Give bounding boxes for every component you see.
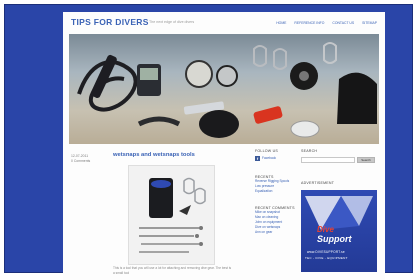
site-tagline: The next edge of dive divers bbox=[149, 20, 195, 24]
web-page: TIPS FOR DIVERS The next edge of dive di… bbox=[63, 12, 385, 280]
post-image bbox=[128, 165, 215, 265]
ad-brand-word2: Support bbox=[317, 234, 352, 244]
dive-support-ad[interactable]: Dive Support www.DIVESUPPORT.se TEC - DI… bbox=[301, 190, 377, 272]
nav-reference[interactable]: REFERENCE INFO bbox=[294, 21, 324, 25]
search-input[interactable] bbox=[301, 157, 355, 163]
advertisement-title: ADVERTISEMENT bbox=[301, 181, 335, 185]
sidebar-right: SEARCH Search ADVERTISEMENT bbox=[301, 149, 379, 185]
nav-contact[interactable]: CONTACT US bbox=[332, 21, 354, 25]
wetsnaps-tools-photo bbox=[129, 166, 214, 264]
facebook-icon: f bbox=[255, 156, 260, 161]
search-form: Search bbox=[301, 157, 379, 163]
facebook-label: Facebook bbox=[262, 156, 276, 160]
site-title[interactable]: TIPS FOR DIVERS bbox=[71, 17, 149, 27]
nav-sitemap[interactable]: SITEMAP bbox=[362, 21, 377, 25]
sidebar-left: FOLLOW US f Facebook RECENTS Reverse Rig… bbox=[255, 149, 299, 235]
post-comments-count[interactable]: 0 Comments bbox=[71, 159, 90, 164]
follow-title: FOLLOW US bbox=[255, 149, 278, 153]
post-excerpt: This is a tool that you will use a lot f… bbox=[113, 266, 232, 275]
screen-frame: TIPS FOR DIVERS The next edge of dive di… bbox=[4, 4, 413, 280]
nav-home[interactable]: HOME bbox=[276, 21, 286, 25]
search-title: SEARCH bbox=[301, 149, 318, 153]
ad-brand-word1: Dive bbox=[317, 225, 334, 234]
main-nav: HOME REFERENCE INFO CONTACT US SITEMAP bbox=[276, 21, 377, 25]
recent-link[interactable]: Equalization bbox=[255, 189, 299, 194]
facebook-link[interactable]: f Facebook bbox=[255, 156, 299, 161]
dive-gear-photo bbox=[77, 42, 377, 138]
comment-link[interactable]: Ann on gear bbox=[255, 230, 299, 235]
ad-url: www.DIVESUPPORT.se bbox=[307, 250, 345, 254]
search-button[interactable]: Search bbox=[357, 157, 375, 163]
header-banner-image bbox=[69, 34, 379, 144]
post-title[interactable]: wetsnaps and wetsnaps tools bbox=[113, 152, 195, 158]
ad-tagline: TEC - DIVE - EQUIPMENT bbox=[305, 256, 348, 260]
post-meta: 12-07-2011 0 Comments bbox=[71, 154, 90, 164]
